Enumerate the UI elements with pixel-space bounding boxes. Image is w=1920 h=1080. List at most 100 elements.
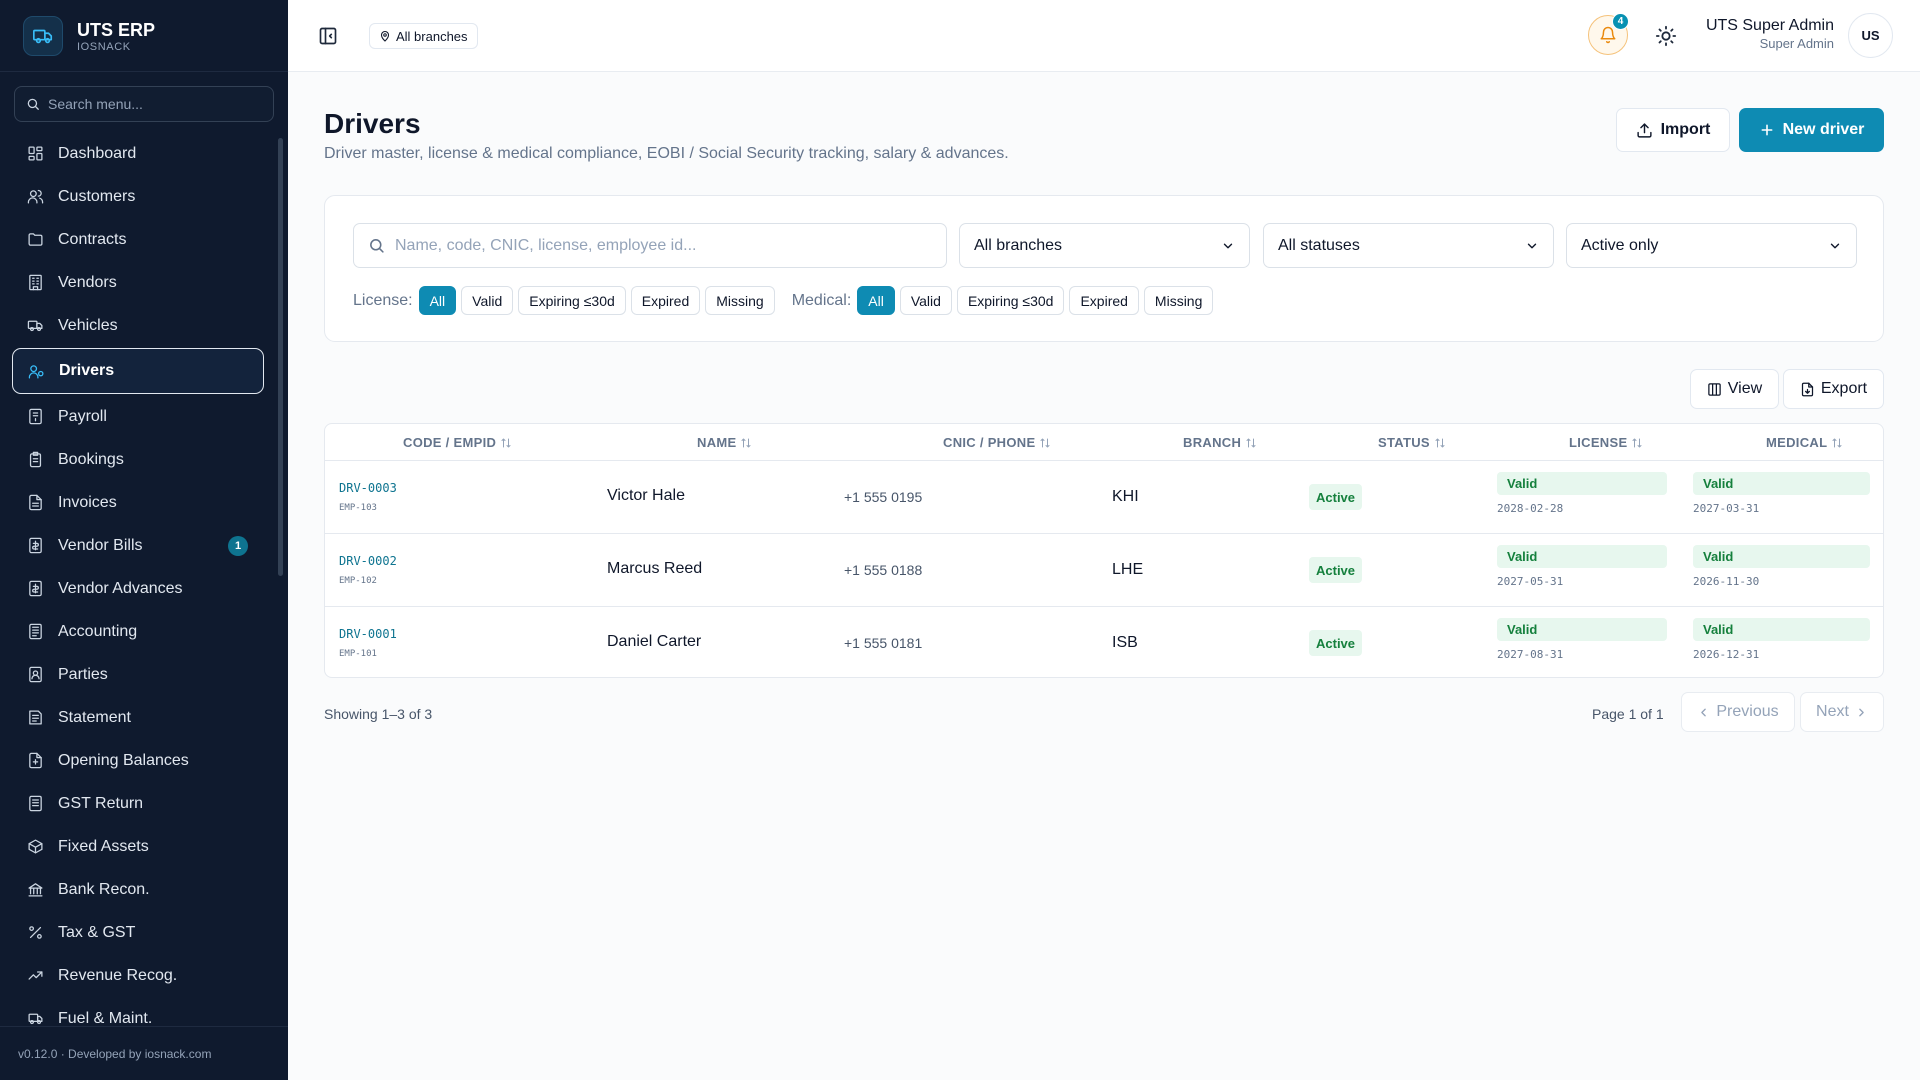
table-row[interactable]: DRV-0002 EMP-102 Marcus Reed +1 555 0188 LHE…: [325, 534, 1883, 607]
app-name: UTS ERP: [77, 19, 156, 40]
column-header-name[interactable]: NAME: [697, 424, 752, 461]
medical-chip-expiring-30d[interactable]: Expiring ≤30d: [956, 286, 1065, 315]
sort-icon: [1832, 438, 1842, 447]
medical-expiry-date: 2026-12-31: [1693, 648, 1760, 661]
column-header-status[interactable]: STATUS: [1378, 424, 1446, 461]
driver-name: Victor Hale: [607, 487, 685, 504]
column-header-branch[interactable]: BRANCH: [1183, 424, 1257, 461]
trend-icon: [26, 967, 44, 985]
view-columns-button[interactable]: View: [1690, 369, 1779, 409]
sidebar-item-bank-recon[interactable]: Bank Recon.: [12, 868, 264, 911]
previous-page-button[interactable]: Previous: [1681, 692, 1795, 732]
column-header-label: CODE / EMPID: [403, 435, 497, 450]
sidebar-toggle-icon[interactable]: [316, 24, 340, 48]
driver-code-link[interactable]: DRV-0003: [339, 481, 397, 495]
medical-status-badge: Valid: [1693, 618, 1870, 641]
columns-icon: [1708, 382, 1721, 396]
sidebar-item-tax-gst[interactable]: Tax & GST: [12, 911, 264, 954]
payroll-icon: [26, 408, 44, 426]
chevron-left-icon: [1701, 708, 1707, 716]
sidebar-item-gst-return[interactable]: GST Return: [12, 782, 264, 825]
sort-icon: [1040, 438, 1050, 447]
sidebar-item-label: Accounting: [58, 622, 138, 640]
driver-code-link[interactable]: DRV-0002: [339, 554, 397, 568]
sidebar-footer: v0.12.0 · Developed by iosnack.com: [0, 1026, 288, 1080]
column-header-code-empid[interactable]: CODE / EMPID: [403, 424, 512, 461]
sidebar-item-customers[interactable]: Customers: [12, 175, 264, 218]
sidebar-item-vehicles[interactable]: Vehicles: [12, 304, 264, 347]
sidebar-item-fixed-assets[interactable]: Fixed Assets: [12, 825, 264, 868]
percent-icon: [26, 924, 44, 942]
sidebar-item-label: Opening Balances: [58, 751, 189, 769]
sidebar-item-invoices[interactable]: Invoices: [12, 481, 264, 524]
sidebar-item-payroll[interactable]: Payroll: [12, 395, 264, 438]
avatar[interactable]: US: [1848, 13, 1893, 58]
column-header-medical[interactable]: MEDICAL: [1766, 424, 1843, 461]
upload-icon: [1637, 122, 1652, 138]
sidebar-item-label: Customers: [58, 187, 136, 205]
driver-name: Marcus Reed: [607, 560, 703, 577]
sidebar-scrollbar-thumb[interactable]: [278, 138, 283, 576]
column-header-cnic-phone[interactable]: CNIC / PHONE: [943, 424, 1051, 461]
sidebar-item-drivers[interactable]: Drivers: [12, 348, 264, 394]
sidebar-item-dashboard[interactable]: Dashboard: [12, 132, 264, 175]
license-chip-valid[interactable]: Valid: [461, 286, 514, 315]
medical-chip-all[interactable]: All: [857, 286, 895, 315]
sidebar-item-vendor-advances[interactable]: Vendor Advances: [12, 567, 264, 610]
sidebar-item-label: Revenue Recog.: [58, 966, 178, 984]
menu-search-input[interactable]: [48, 96, 248, 112]
table-row[interactable]: DRV-0001 EMP-101 Daniel Carter +1 555 0181 I…: [325, 607, 1883, 677]
user-info[interactable]: UTS Super Admin Super Admin: [1706, 17, 1834, 51]
license-chip-expired[interactable]: Expired: [630, 286, 701, 315]
top-header: All branches 4 UTS Super Admin Super Adm…: [288, 0, 1920, 72]
sidebar-item-contracts[interactable]: Contracts: [12, 218, 264, 261]
branch-filter-select[interactable]: All branches: [959, 223, 1250, 268]
ledger-icon: [26, 623, 44, 641]
driver-search[interactable]: [353, 223, 947, 268]
user-role: Super Admin: [1759, 36, 1834, 51]
sidebar-item-opening-balances[interactable]: Opening Balances: [12, 739, 264, 782]
column-header-license[interactable]: LICENSE: [1569, 424, 1643, 461]
medical-chip-missing[interactable]: Missing: [1143, 286, 1214, 315]
theme-toggle-button[interactable]: [1653, 23, 1679, 49]
sidebar-item-vendors[interactable]: Vendors: [12, 261, 264, 304]
medical-chip-valid[interactable]: Valid: [899, 286, 952, 315]
sidebar-item-label: Fixed Assets: [58, 837, 149, 855]
receipt-icon: [26, 795, 44, 813]
driver-phone: +1 555 0188: [844, 562, 923, 578]
export-button[interactable]: Export: [1783, 369, 1884, 409]
contact-icon: [26, 666, 44, 684]
branch-selector[interactable]: All branches: [369, 23, 478, 49]
sidebar-item-label: Payroll: [58, 407, 107, 425]
sidebar-item-statement[interactable]: Statement: [12, 696, 264, 739]
notifications-button[interactable]: 4: [1588, 13, 1629, 55]
table-body: DRV-0003 EMP-103 Victor Hale +1 555 0195 KHI…: [325, 461, 1883, 677]
import-button[interactable]: Import: [1616, 108, 1730, 152]
license-chip-missing[interactable]: Missing: [705, 286, 775, 315]
sidebar-item-bookings[interactable]: Bookings: [12, 438, 264, 481]
truck-icon: [26, 317, 44, 335]
sidebar-item-label: Drivers: [59, 362, 115, 379]
status-filter-select[interactable]: All statuses: [1263, 223, 1554, 268]
active-filter-select[interactable]: Active only: [1566, 223, 1857, 268]
new-driver-button[interactable]: New driver: [1739, 108, 1884, 152]
license-filter-label: License:: [353, 291, 413, 309]
table-row[interactable]: DRV-0003 EMP-103 Victor Hale +1 555 0195 KHI…: [325, 461, 1883, 534]
medical-chip-expired[interactable]: Expired: [1069, 286, 1139, 315]
sidebar-item-accounting[interactable]: Accounting: [12, 610, 264, 653]
employee-id: EMP-103: [339, 503, 377, 513]
sidebar-item-label: Tax & GST: [58, 923, 136, 941]
sidebar-item-revenue-recog[interactable]: Revenue Recog.: [12, 954, 264, 997]
driver-code-link[interactable]: DRV-0001: [339, 627, 397, 641]
next-page-button[interactable]: Next: [1800, 692, 1884, 732]
sidebar-nav: Dashboard Customers Contracts Vendors Vehicl…: [12, 132, 264, 1040]
license-chip-all[interactable]: All: [418, 286, 457, 315]
sidebar-item-parties[interactable]: Parties: [12, 653, 264, 696]
driver-search-input[interactable]: [395, 236, 915, 255]
license-chip-expiring-30d[interactable]: Expiring ≤30d: [518, 286, 626, 315]
search-icon: [370, 239, 384, 253]
menu-search[interactable]: [14, 86, 274, 122]
document-icon: [26, 494, 44, 512]
sidebar-item-vendor-bills[interactable]: Vendor Bills 1: [12, 524, 264, 567]
sun-icon: [1655, 25, 1677, 47]
